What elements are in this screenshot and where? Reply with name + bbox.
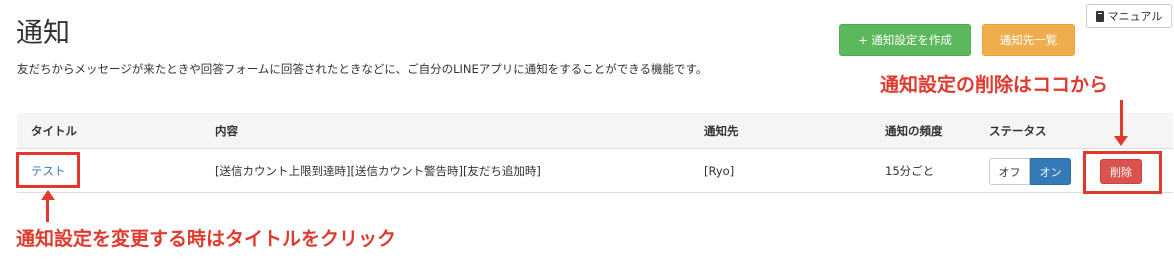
- book-icon: [1095, 10, 1104, 22]
- recipient-list-button[interactable]: 通知先一覧: [982, 24, 1075, 56]
- table-header: タイトル 内容 通知先 通知の頻度 ステータス: [17, 113, 1173, 149]
- delete-hint-annotation: 通知設定の削除はココから: [880, 74, 1109, 96]
- page-description: 友だちからメッセージが来たときや回答フォームに回答されたときなどに、ご自分のLI…: [17, 62, 708, 76]
- title-hint-annotation: 通知設定を変更する時はタイトルをクリック: [16, 228, 397, 250]
- status-off-toggle[interactable]: オフ: [989, 158, 1030, 185]
- status-on-toggle[interactable]: オン: [1030, 158, 1071, 185]
- title-highlight-box: [16, 152, 80, 188]
- delete-highlight-box: [1083, 151, 1162, 194]
- column-header-frequency: 通知の頻度: [885, 124, 943, 138]
- column-header-status: ステータス: [989, 124, 1047, 138]
- page-title: 通知: [16, 18, 70, 49]
- manual-button[interactable]: マニュアル: [1086, 4, 1172, 28]
- title-arrow-shaft: [46, 200, 49, 222]
- column-header-title: タイトル: [31, 124, 77, 138]
- manual-label: マニュアル: [1107, 10, 1163, 23]
- down-arrow-icon: [1114, 136, 1128, 146]
- up-arrow-icon: [41, 190, 55, 200]
- notification-content: [送信カウント上限到達時][送信カウント警告時][友だち追加時]: [215, 164, 541, 178]
- delete-arrow-shaft: [1120, 100, 1123, 136]
- notification-frequency: 15分ごと: [885, 164, 935, 178]
- column-header-content: 内容: [215, 124, 238, 138]
- notification-recipient: [Ryo]: [704, 164, 735, 178]
- column-header-recipient: 通知先: [704, 124, 739, 138]
- create-notification-button[interactable]: + 通知設定を作成: [839, 24, 971, 56]
